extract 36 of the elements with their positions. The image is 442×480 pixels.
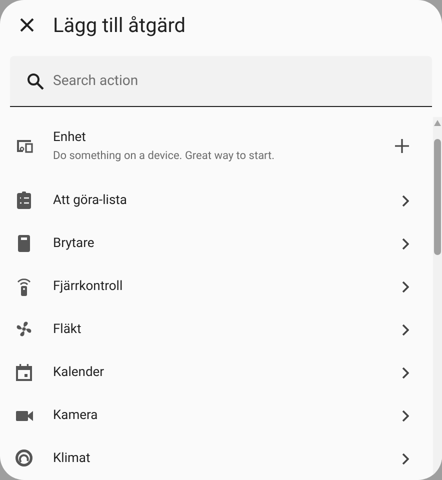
chevron-right-icon — [402, 194, 409, 206]
list-item[interactable]: Kalender — [0, 351, 433, 394]
item-label: Att göra-lista — [53, 192, 128, 209]
item-description: Do something on a device. Great way to start. — [53, 148, 276, 163]
plus-icon — [395, 139, 409, 153]
list-item[interactable]: Att göra-lista — [0, 179, 433, 222]
search-field[interactable]: Search action — [10, 56, 432, 107]
clipboard-list-icon — [15, 191, 33, 210]
chevron-right-icon — [402, 280, 409, 292]
chevron-right-icon — [402, 410, 409, 422]
dialog-title: Lägg till åtgärd — [53, 12, 186, 39]
chevron-right-icon — [402, 324, 409, 336]
fan-icon — [15, 320, 33, 339]
chevron-right-icon — [402, 452, 409, 464]
scroll-up-arrow-icon[interactable] — [434, 120, 441, 126]
thermostat-dial-icon — [15, 449, 33, 468]
item-label: Klimat — [53, 450, 92, 467]
item-label: Kamera — [53, 407, 99, 424]
list-item[interactable]: Enhet Do something on a device. Great way to start. — [0, 113, 433, 179]
item-label: Brytare — [53, 235, 96, 252]
item-label: Kalender — [53, 364, 106, 381]
chevron-right-icon — [402, 238, 409, 250]
item-label: Fjärrkontroll — [53, 278, 124, 295]
item-label: Enhet — [53, 129, 87, 146]
list-item[interactable]: Fläkt — [0, 308, 433, 351]
chevron-right-icon — [402, 366, 409, 378]
list-item[interactable]: Fjärrkontroll — [0, 265, 433, 308]
list-item[interactable]: Brytare — [0, 222, 433, 265]
remote-icon — [15, 277, 33, 296]
item-label: Fläkt — [53, 321, 82, 338]
list-item[interactable]: Klimat — [0, 437, 433, 480]
search-icon — [27, 73, 44, 90]
switch-icon — [15, 234, 33, 253]
close-icon[interactable] — [18, 16, 36, 34]
calendar-icon — [15, 363, 33, 382]
list-item[interactable]: Kamera — [0, 394, 433, 437]
